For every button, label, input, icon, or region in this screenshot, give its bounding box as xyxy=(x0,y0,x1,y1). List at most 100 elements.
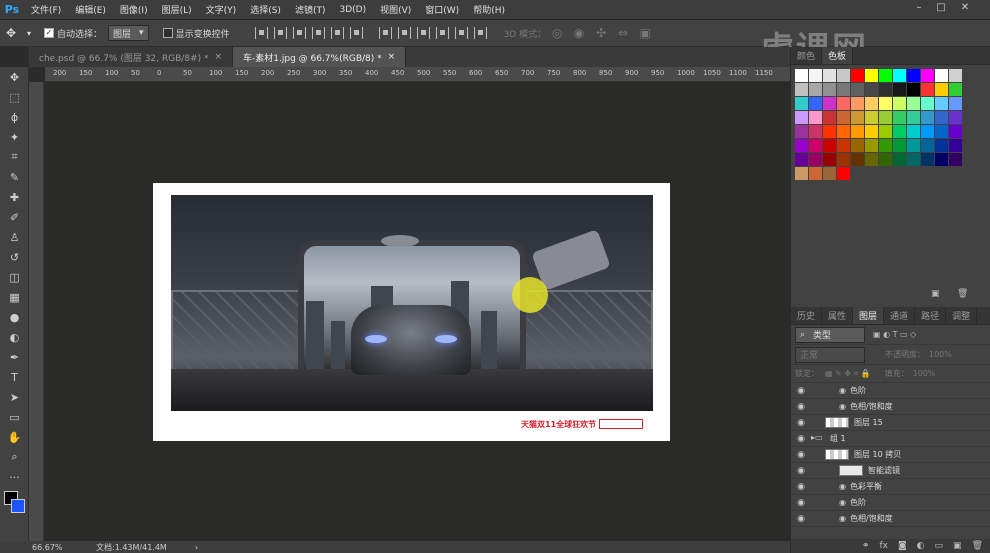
layer-row[interactable]: ◉ 图层 15 xyxy=(791,415,990,431)
close-icon[interactable]: × xyxy=(214,52,222,62)
show-transform-checkbox[interactable] xyxy=(162,28,173,38)
swatch[interactable] xyxy=(837,125,850,138)
swatch[interactable] xyxy=(921,139,934,152)
swatch[interactable] xyxy=(823,111,836,124)
swatch[interactable] xyxy=(823,153,836,166)
swatch[interactable] xyxy=(823,139,836,152)
eraser-tool-icon[interactable]: ◫ xyxy=(0,267,29,287)
3d-slide-icon[interactable]: ⇔ xyxy=(612,23,634,43)
swatch[interactable] xyxy=(935,69,948,82)
menu-filter[interactable]: 滤镜(T) xyxy=(288,3,333,16)
distribute-hcenter-icon[interactable] xyxy=(454,27,468,39)
lock-icons[interactable]: ▦ ✎ ✥ ⌗ 🔒 xyxy=(825,369,871,379)
new-swatch-icon[interactable]: ▣ xyxy=(931,289,940,299)
swatch[interactable] xyxy=(795,69,808,82)
swatch[interactable] xyxy=(795,153,808,166)
swatch[interactable] xyxy=(851,69,864,82)
eye-icon[interactable]: ◉ xyxy=(839,386,846,395)
background-color[interactable] xyxy=(11,499,25,513)
mask-icon[interactable]: ◙ xyxy=(898,541,907,551)
zoom-tool-icon[interactable]: ⌕ xyxy=(0,447,29,467)
swatch[interactable] xyxy=(893,125,906,138)
layer-row[interactable]: ◉ 智能滤镜 xyxy=(791,463,990,479)
3d-scale-icon[interactable]: ▣ xyxy=(634,23,656,43)
distribute-vcenter-icon[interactable] xyxy=(397,27,411,39)
swatch[interactable] xyxy=(949,153,962,166)
menu-window[interactable]: 窗口(W) xyxy=(418,3,466,16)
layer-row[interactable]: ◉ 图层 10 拷贝 xyxy=(791,447,990,463)
swatch[interactable] xyxy=(851,97,864,110)
swatch[interactable] xyxy=(935,153,948,166)
auto-select-dropdown[interactable]: 图层 ▾ xyxy=(108,25,149,41)
swatch[interactable] xyxy=(851,139,864,152)
swatch[interactable] xyxy=(837,69,850,82)
swatch[interactable] xyxy=(851,83,864,96)
swatch[interactable] xyxy=(851,153,864,166)
distribute-left-icon[interactable] xyxy=(435,27,449,39)
swatch[interactable] xyxy=(907,111,920,124)
eye-icon[interactable]: ◉ xyxy=(791,466,811,476)
swatch[interactable] xyxy=(879,139,892,152)
swatch[interactable] xyxy=(879,111,892,124)
shape-tool-icon[interactable]: ▭ xyxy=(0,407,29,427)
swatch[interactable] xyxy=(795,83,808,96)
layer-row[interactable]: ◉ ▸▭ 组 1 xyxy=(791,431,990,447)
swatch[interactable] xyxy=(879,83,892,96)
swatch[interactable] xyxy=(809,83,822,96)
trash-icon[interactable]: 🗑 xyxy=(957,289,968,299)
layer-row[interactable]: ◉ ◉ 色阶 xyxy=(791,383,990,399)
tab-properties[interactable]: 属性 xyxy=(822,307,854,324)
align-left-icon[interactable] xyxy=(311,27,325,39)
swatch[interactable] xyxy=(949,139,962,152)
swatch[interactable] xyxy=(907,97,920,110)
swatch[interactable] xyxy=(809,167,822,180)
tab-swatches[interactable]: 色板 xyxy=(822,47,854,64)
swatch[interactable] xyxy=(851,111,864,124)
swatch[interactable] xyxy=(949,125,962,138)
brush-tool-icon[interactable]: ✐ xyxy=(0,207,29,227)
swatch[interactable] xyxy=(893,139,906,152)
history-brush-tool-icon[interactable]: ↺ xyxy=(0,247,29,267)
menu-type[interactable]: 文字(Y) xyxy=(199,3,244,16)
blur-tool-icon[interactable]: ● xyxy=(0,307,29,327)
distribute-bottom-icon[interactable] xyxy=(416,27,430,39)
swatch[interactable] xyxy=(879,125,892,138)
swatch[interactable] xyxy=(921,69,934,82)
swatch[interactable] xyxy=(851,125,864,138)
swatch[interactable] xyxy=(837,167,850,180)
swatch[interactable] xyxy=(795,125,808,138)
tab-paths[interactable]: 路径 xyxy=(915,307,947,324)
swatch[interactable] xyxy=(949,83,962,96)
eye-icon[interactable]: ◉ xyxy=(839,482,846,491)
maximize-icon[interactable]: □ xyxy=(932,2,950,16)
trash-icon[interactable]: 🗑 xyxy=(972,541,983,551)
filter-image-icon[interactable]: ▣ ◐ T ▭ ◇ xyxy=(873,330,916,339)
swatch[interactable] xyxy=(879,97,892,110)
layer-row[interactable]: ◉ ◉ 色彩平衡 xyxy=(791,479,990,495)
eye-icon[interactable]: ◉ xyxy=(791,386,811,396)
swatch[interactable] xyxy=(865,111,878,124)
auto-select-checkbox[interactable]: ✓ xyxy=(44,28,54,38)
layer-row[interactable]: ◉ ◉ 色相/饱和度 xyxy=(791,511,990,527)
tab-channels[interactable]: 通道 xyxy=(884,307,916,324)
swatch[interactable] xyxy=(865,97,878,110)
type-tool-icon[interactable]: T xyxy=(0,367,29,387)
swatch[interactable] xyxy=(907,139,920,152)
swatch[interactable] xyxy=(921,111,934,124)
swatch[interactable] xyxy=(795,97,808,110)
align-top-icon[interactable] xyxy=(254,27,268,39)
swatch[interactable] xyxy=(837,139,850,152)
menu-3d[interactable]: 3D(D) xyxy=(332,5,373,15)
eye-icon[interactable]: ◉ xyxy=(791,482,811,492)
path-select-tool-icon[interactable]: ➤ xyxy=(0,387,29,407)
swatch[interactable] xyxy=(935,139,948,152)
gradient-tool-icon[interactable]: ▦ xyxy=(0,287,29,307)
eye-icon[interactable]: ◉ xyxy=(791,434,811,444)
swatch[interactable] xyxy=(823,167,836,180)
swatch[interactable] xyxy=(935,83,948,96)
fill-value[interactable]: 100% xyxy=(913,369,936,378)
swatch[interactable] xyxy=(907,69,920,82)
swatch[interactable] xyxy=(809,97,822,110)
swatch[interactable] xyxy=(949,111,962,124)
blend-mode-dropdown[interactable]: 正常 xyxy=(795,346,865,363)
